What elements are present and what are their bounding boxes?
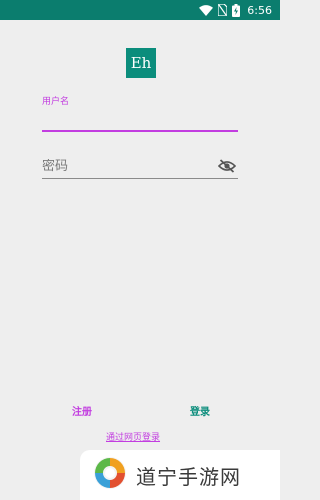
password-field bbox=[42, 154, 238, 179]
register-button[interactable]: 注册 bbox=[62, 400, 102, 420]
battery-charging-icon bbox=[232, 3, 241, 17]
username-label: 用户名 bbox=[42, 97, 70, 107]
status-time: 6:56 bbox=[247, 3, 272, 17]
no-sim-icon bbox=[218, 4, 228, 16]
username-input[interactable] bbox=[42, 110, 238, 132]
watermark: 道宁手游网 bbox=[80, 450, 280, 500]
password-input[interactable] bbox=[42, 158, 216, 174]
app-logo: Eh bbox=[126, 48, 156, 78]
web-login-link[interactable]: 通过网页登录 bbox=[106, 430, 160, 443]
status-bar: 6:56 bbox=[0, 0, 280, 20]
wifi-icon bbox=[199, 4, 214, 16]
login-button[interactable]: 登录 bbox=[180, 400, 220, 420]
watermark-text: 道宁手游网 bbox=[136, 464, 241, 489]
visibility-off-icon[interactable] bbox=[216, 155, 238, 177]
swirl-logo-icon bbox=[92, 455, 128, 495]
